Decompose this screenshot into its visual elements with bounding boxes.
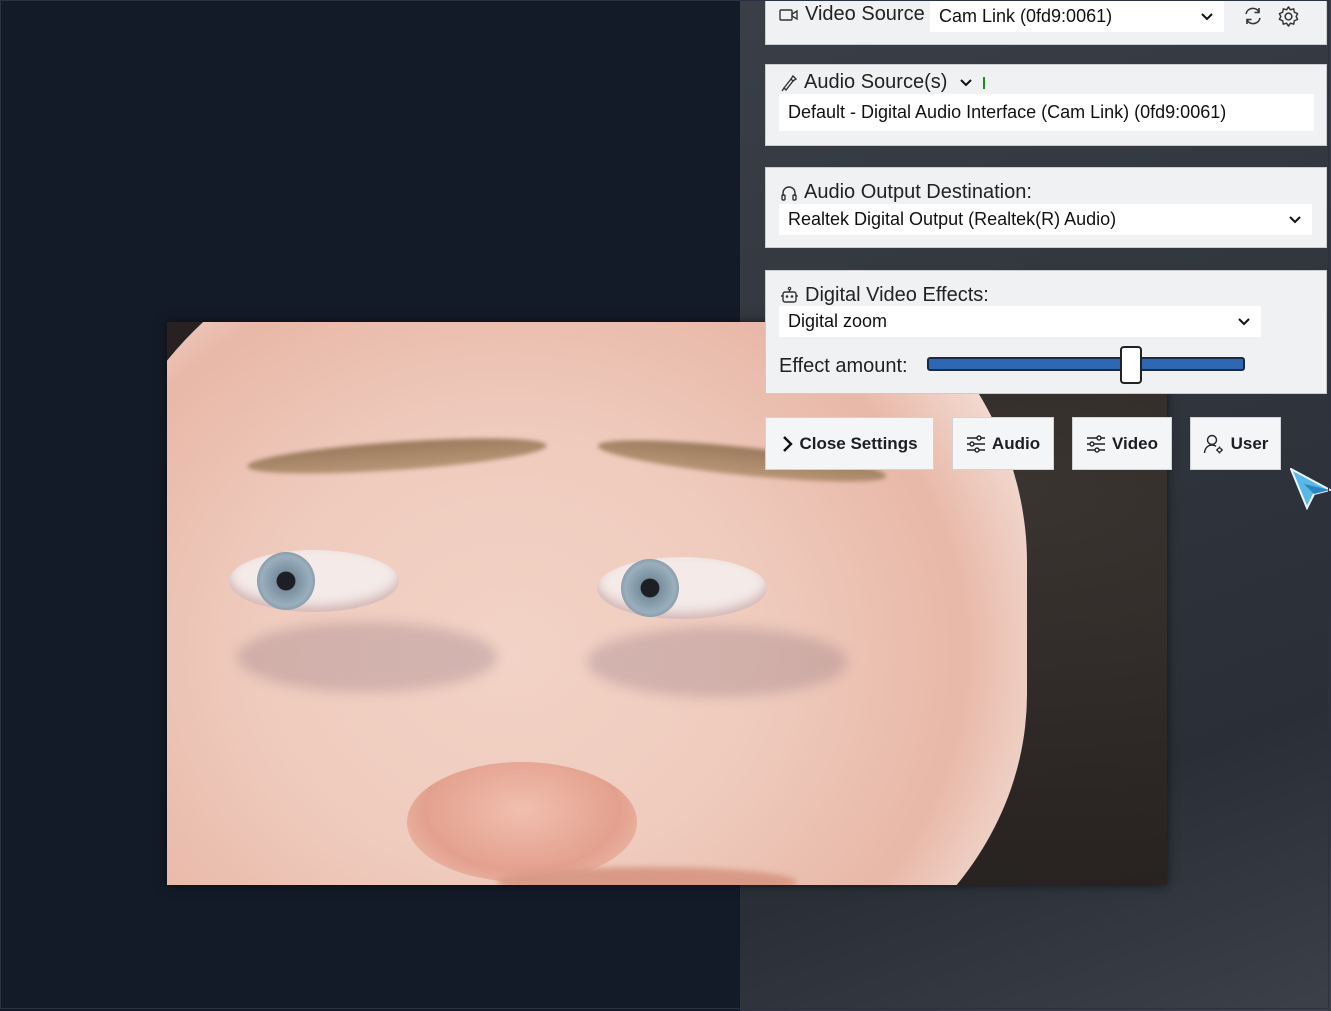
user-button-label: User	[1230, 433, 1269, 453]
video-effects-label: Digital Video Effects:	[805, 284, 989, 306]
video-source-label: Video Source	[805, 3, 925, 25]
refresh-icon[interactable]	[1242, 5, 1264, 27]
video-effects-select[interactable]: Digital zoom	[779, 306, 1261, 337]
video-camera-icon	[779, 8, 798, 21]
right-iris	[621, 559, 679, 617]
headphones-icon	[781, 185, 797, 201]
effect-amount-slider-thumb[interactable]	[1120, 346, 1142, 384]
left-iris	[257, 552, 315, 610]
chevron-down-icon	[1201, 12, 1213, 20]
left-undereye	[237, 622, 497, 692]
video-source-select[interactable]: Cam Link (0fd9:0061)	[930, 1, 1224, 32]
video-effects-label-row: Digital Video Effects:	[780, 284, 989, 307]
audio-output-value: Realtek Digital Output (Realtek(R) Audio…	[788, 209, 1117, 229]
robot-icon	[781, 286, 798, 303]
effect-amount-slider-track[interactable]	[927, 357, 1245, 371]
audio-button-label: Audio	[991, 433, 1041, 453]
chevron-down-icon	[1289, 215, 1301, 223]
video-effects-value: Digital zoom	[788, 311, 888, 331]
nose	[407, 762, 637, 882]
chevron-down-icon	[1238, 317, 1250, 325]
mouse-cursor	[1290, 468, 1331, 510]
right-undereye	[587, 627, 847, 697]
audio-output-label: Audio Output Destination:	[804, 181, 1032, 203]
close-settings-button[interactable]: Close Settings	[765, 417, 934, 470]
sliders-icon	[1087, 434, 1105, 453]
user-button[interactable]: User	[1190, 417, 1281, 470]
effect-amount-text: Effect amount:	[779, 355, 908, 377]
video-source-value: Cam Link (0fd9:0061)	[939, 6, 1113, 26]
sliders-icon	[966, 434, 985, 453]
effect-amount-label: Effect amount:	[779, 355, 908, 378]
user-settings-icon	[1203, 434, 1223, 453]
chevron-down-icon[interactable]	[959, 78, 973, 88]
audio-source-label-row: Audio Source(s)	[780, 71, 986, 94]
microphone-icon	[781, 74, 798, 91]
video-button-label: Video	[1112, 433, 1158, 453]
audio-output-select[interactable]: Realtek Digital Output (Realtek(R) Audio…	[779, 204, 1312, 235]
video-button[interactable]: Video	[1072, 417, 1172, 470]
audio-source-value: Default - Digital Audio Interface (Cam L…	[788, 102, 1227, 122]
gear-icon[interactable]	[1277, 5, 1300, 28]
chevron-right-icon	[783, 435, 794, 452]
audio-source-label: Audio Source(s)	[804, 71, 948, 93]
audio-source-select[interactable]: Default - Digital Audio Interface (Cam L…	[779, 94, 1314, 131]
video-source-label-row: Video Source	[779, 3, 925, 26]
audio-button[interactable]: Audio	[952, 417, 1054, 470]
video-preview	[167, 322, 1167, 885]
audio-output-label-row: Audio Output Destination:	[780, 181, 1032, 204]
close-settings-label: Close Settings	[799, 433, 918, 453]
mic-level-indicator	[983, 76, 986, 89]
